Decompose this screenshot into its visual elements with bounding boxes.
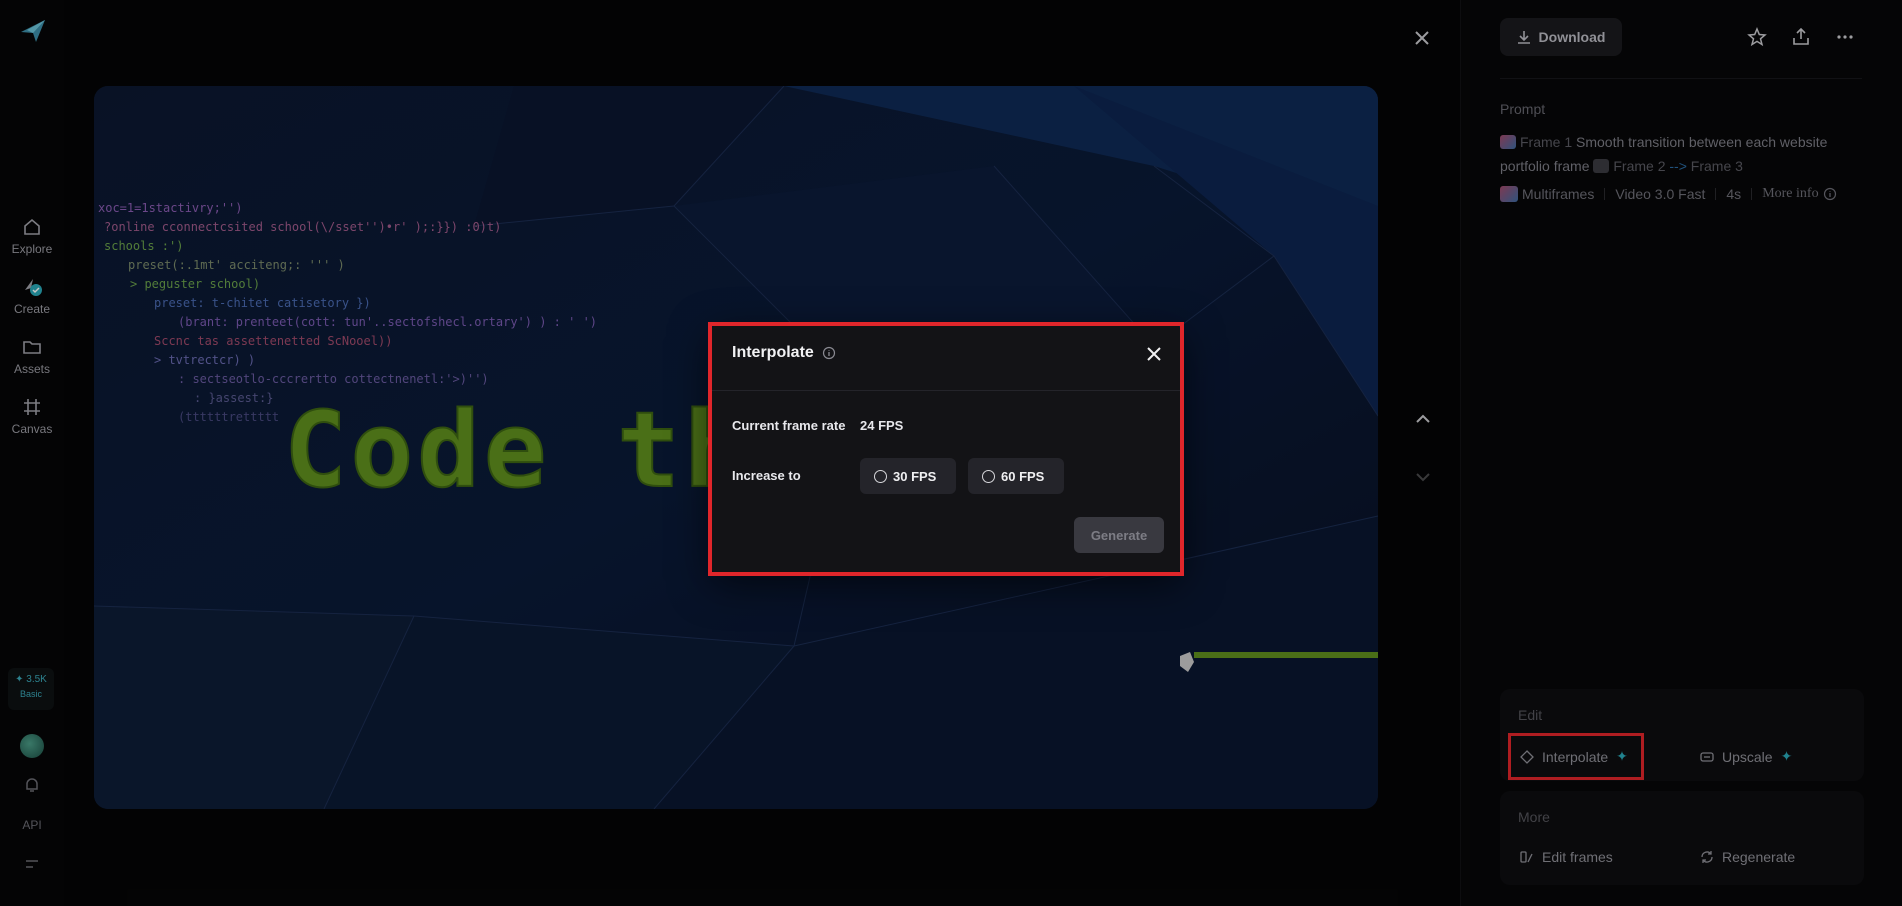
nav-canvas-label: Canvas	[11, 422, 53, 436]
progress-line	[1194, 652, 1378, 658]
code-line: schools :')	[104, 239, 183, 253]
regenerate-icon	[1701, 851, 1713, 863]
interpolate-dialog: Interpolate Current frame rate 24 FPS In…	[710, 324, 1182, 574]
meta-divider	[1604, 188, 1606, 200]
current-rate-value: 24 FPS	[860, 418, 904, 433]
arrow-text: -->	[1669, 158, 1687, 174]
edit-heading: Edit	[1518, 707, 1543, 723]
fps-option-60-label: 60 FPS	[1001, 468, 1045, 484]
edit-frames-label: Edit frames	[1542, 849, 1613, 865]
code-line: xoc=1=1stactivry;'')	[98, 201, 243, 215]
avatar[interactable]	[20, 734, 44, 758]
info-icon[interactable]	[1823, 187, 1837, 201]
chevron-down-icon[interactable]	[1412, 466, 1434, 488]
canvas-icon	[24, 399, 40, 415]
frame-3-ref: Frame 3	[1690, 158, 1743, 174]
generate-button[interactable]: Generate	[1074, 517, 1164, 553]
credits-badge[interactable]: ✦ 3.5K Basic	[8, 668, 54, 710]
prompt-text: Frame 1 Smooth transition between each w…	[1500, 130, 1870, 178]
nav-create[interactable]: Create	[0, 276, 64, 316]
meta-duration: 4s	[1726, 186, 1742, 202]
regenerate-label: Regenerate	[1722, 849, 1796, 865]
more-heading: More	[1518, 809, 1550, 825]
more-section: More Edit frames Regenerate	[1500, 791, 1864, 885]
folder-icon	[23, 341, 41, 354]
code-line: ?online cconnectcsited school(\/sset'')•…	[104, 220, 501, 234]
left-rail: Explore Create Assets Canvas ✦ 3.5K Basi…	[0, 0, 64, 906]
home-icon	[24, 218, 40, 235]
chevron-up-icon[interactable]	[1412, 408, 1434, 430]
code-line: : }assest:}	[194, 391, 273, 405]
code-line: (brant: prenteet(cott: tun'..sectofshecl…	[178, 315, 597, 329]
code-line: (ttttttrettttt	[178, 410, 279, 424]
increase-label: Increase to	[732, 468, 801, 483]
credits-value: ✦ 3.5K	[15, 674, 47, 685]
meta-divider	[1751, 188, 1753, 200]
nav-assets[interactable]: Assets	[0, 336, 64, 376]
api-link[interactable]: API	[0, 818, 64, 832]
sparkle-icon: ✦	[1780, 748, 1793, 764]
fps-option-60[interactable]: 60 FPS	[968, 458, 1064, 494]
edit-frames-icon	[1520, 851, 1533, 863]
code-line: > peguster school)	[130, 277, 260, 291]
panel-divider	[1500, 78, 1862, 79]
more-options-icon[interactable]	[1834, 26, 1856, 48]
prompt-heading: Prompt	[1500, 101, 1546, 117]
menu-icon[interactable]	[24, 858, 40, 870]
nav-explore-label: Explore	[11, 242, 53, 256]
frame-2-thumbnail	[1593, 159, 1610, 173]
upscale-icon	[1700, 751, 1714, 762]
preview-headline: Code th	[284, 389, 750, 511]
dialog-divider	[710, 390, 1182, 391]
edit-frames-button[interactable]: Edit frames	[1520, 849, 1613, 865]
interpolate-highlight	[1508, 733, 1644, 780]
close-icon[interactable]	[1144, 344, 1164, 364]
download-label: Download	[1538, 29, 1606, 45]
code-line: : sectseotlo-cccrertto cottectnenetl:'>)…	[178, 372, 489, 386]
code-line: preset: t-chitet catisetory })	[154, 296, 371, 310]
download-icon	[1517, 31, 1530, 44]
code-line: Sccnc tas assettenetted ScNooel))	[154, 334, 392, 348]
fps-option-30[interactable]: 30 FPS	[860, 458, 956, 494]
meta-model: Video 3.0 Fast	[1615, 186, 1706, 202]
download-button[interactable]: Download	[1500, 18, 1622, 56]
frame-2-ref: Frame 2	[1613, 158, 1666, 174]
meta-divider	[1715, 188, 1717, 200]
create-icon	[25, 279, 42, 296]
current-rate-label: Current frame rate	[732, 418, 846, 433]
share-icon[interactable]	[1790, 26, 1812, 48]
frame-1-ref: Frame 1	[1520, 134, 1573, 150]
nav-assets-label: Assets	[13, 362, 50, 376]
code-line: > tvtrectcr) )	[154, 353, 255, 367]
dialog-title-text: Interpolate	[732, 344, 814, 361]
code-line: preset(:.1mt' acciteng;: ''' )	[128, 258, 345, 272]
credits-plan: Basic	[19, 689, 42, 699]
radio-icon	[982, 469, 995, 483]
dialog-title: Interpolate	[732, 344, 836, 362]
nav-canvas[interactable]: Canvas	[0, 396, 64, 436]
close-icon[interactable]	[1410, 26, 1434, 50]
more-info-link[interactable]: More info	[1762, 186, 1818, 202]
fps-option-30-label: 30 FPS	[893, 468, 937, 484]
info-icon[interactable]	[822, 346, 836, 360]
regenerate-button[interactable]: Regenerate	[1700, 849, 1795, 865]
frame-1-thumbnail	[1500, 135, 1516, 149]
meta-mode: Multiframes	[1522, 186, 1595, 202]
upscale-button[interactable]: Upscale ✦	[1700, 748, 1792, 765]
upscale-label: Upscale	[1722, 748, 1773, 765]
nav-explore[interactable]: Explore	[0, 216, 64, 256]
star-icon[interactable]	[1746, 26, 1768, 48]
nav-create-label: Create	[13, 302, 51, 316]
radio-icon	[874, 469, 887, 483]
bell-icon[interactable]	[24, 776, 40, 794]
generation-meta: Multiframes Video 3.0 Fast 4s More info	[1500, 186, 1837, 202]
multiframes-icon	[1500, 186, 1518, 202]
app-logo[interactable]	[19, 18, 47, 44]
